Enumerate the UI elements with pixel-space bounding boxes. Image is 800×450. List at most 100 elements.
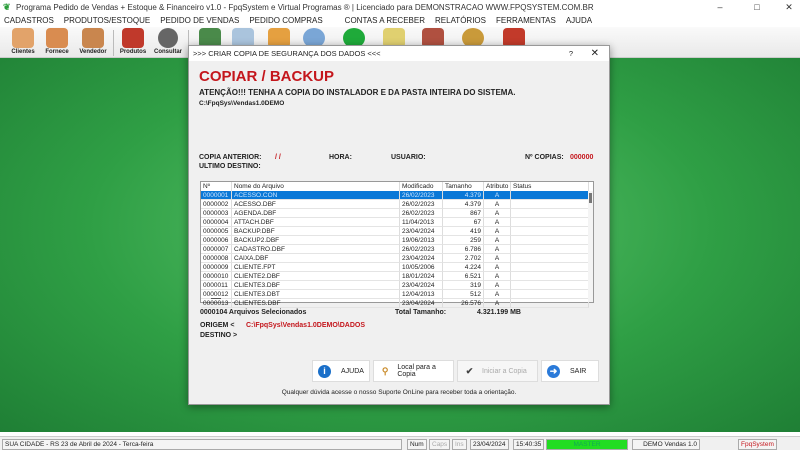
usuario-label: USUARIO: [391,154,426,161]
file-row[interactable]: 0000010 CLIENTE2.DBF 18/01/2024 6.521 A [201,272,589,281]
file-list-scrollbar[interactable] [588,191,593,302]
file-attribute: A [484,272,511,281]
origem-value: C:\FpqSys\Vendas1.0DEMO\DADOS [246,322,366,329]
hscroll-thumb[interactable] [211,298,221,299]
file-row[interactable]: 0000012 CLIENTE3.DBT 12/04/2013 512 A [201,290,589,299]
help-icon[interactable]: ? [569,46,573,61]
file-row[interactable]: 0000009 CLIENTE.FPT 10/05/2006 4.224 A [201,263,589,272]
file-name: AGENDA.DBF [232,209,400,218]
file-attribute: A [484,290,511,299]
column-header-status[interactable]: Status [511,182,589,191]
column-header-nome[interactable]: Nome do Arquivo [232,182,400,191]
file-number: 0000010 [201,272,232,281]
file-status [511,272,589,281]
file-status [511,245,589,254]
seller-icon [82,28,104,48]
file-row[interactable]: 0000002 ACESSO.DBF 26/02/2023 4.379 A [201,200,589,209]
file-attribute: A [484,281,511,290]
menu-produtos-estoque[interactable]: PRODUTOS/ESTOQUE [64,16,150,25]
file-number: 0000007 [201,245,232,254]
barcode-icon [158,28,178,48]
file-row[interactable]: 0000008 CAIXA.DBF 23/04/2024 2.702 A [201,254,589,263]
iniciar-copia-button[interactable]: ✔ Iniciar a Copia [457,360,538,382]
column-header-tamanho[interactable]: Tamanho [443,182,484,191]
file-name: ATTACH.DBF [232,218,400,227]
column-header-numero[interactable]: Nº [201,182,232,191]
system-path: C:\FpqSys\Vendas1.0DEMO [199,100,285,107]
file-row[interactable]: 0000003 AGENDA.DBF 26/02/2023 867 A [201,209,589,218]
copia-anterior-value: / / [275,154,281,161]
file-row[interactable]: 0000001 ACESSO.CON 26/02/2023 4.379 A [201,191,589,200]
file-attribute: A [484,200,511,209]
toolbar-vendedor-button[interactable]: Vendedor [76,28,110,58]
file-modified: 18/01/2024 [400,272,443,281]
menu-ferramentas[interactable]: FERRAMENTAS [496,16,556,25]
ajuda-button[interactable]: i AJUDA [312,360,370,382]
magnifier-icon: ⚲ [381,365,389,376]
file-size: 319 [443,281,484,290]
minimize-button[interactable]: – [705,0,735,14]
file-row[interactable]: 0000007 CADASTRO.DBF 26/02/2023 6.786 A [201,245,589,254]
clients-icon [12,28,34,48]
toolbar-separator [113,30,114,56]
file-number: 0000013 [201,299,232,308]
file-size: 67 [443,218,484,227]
file-row[interactable]: 0000005 BACKUP.DBF 23/04/2024 419 A [201,227,589,236]
toolbar-produtos-button[interactable]: Produtos [116,28,150,58]
menu-pedido-vendas[interactable]: PEDIDO DE VENDAS [160,16,239,25]
warning-text: ATENÇÃO!!! TENHA A COPIA DO INSTALADOR E… [199,88,516,97]
status-bar: SUA CIDADE - RS 23 de Abril de 2024 - Te… [0,436,800,450]
file-number: 0000003 [201,209,232,218]
file-modified: 19/06/2013 [400,236,443,245]
file-modified: 10/05/2006 [400,263,443,272]
menu-contas-receber[interactable]: CONTAS A RECEBER [345,16,425,25]
file-row[interactable]: 0000006 BACKUP2.DBF 19/06/2013 259 A [201,236,589,245]
support-footer: Qualquer dúvida acesse o nosso Suporte O… [281,389,517,396]
file-list[interactable]: Nº Nome do Arquivo Modificado Tamanho At… [200,181,594,308]
file-size: 2.702 [443,254,484,263]
status-time: 15:40:35 [513,439,545,450]
file-modified: 26/02/2023 [400,209,443,218]
status-city-date: SUA CIDADE - RS 23 de Abril de 2024 - Te… [2,439,402,450]
copia-anterior-label: COPIA ANTERIOR: [199,154,262,161]
file-number: 0000004 [201,218,232,227]
column-header-modificado[interactable]: Modificado [400,182,443,191]
maximize-button[interactable]: □ [742,0,772,14]
file-size: 4.379 [443,191,484,200]
file-attribute: A [484,209,511,218]
menu-ajuda[interactable]: AJUDA [566,16,592,25]
menu-pedido-compras[interactable]: PEDIDO COMPRAS [249,16,322,25]
status-caps: Caps [429,439,451,450]
file-size: 6.786 [443,245,484,254]
menu-cadastros[interactable]: CADASTROS [4,16,54,25]
file-attribute: A [484,227,511,236]
dialog-close-button[interactable]: ✕ [591,46,599,61]
local-copia-button[interactable]: ⚲ Local para a Copia [373,360,454,382]
file-size: 26.576 [443,299,484,308]
ncopias-value: 000000 [570,154,594,161]
file-row[interactable]: 0000004 ATTACH.DBF 11/04/2013 67 A [201,218,589,227]
total-label: Total Tamanho: [395,309,447,316]
file-status [511,218,589,227]
file-size: 512 [443,290,484,299]
file-size: 6.521 [443,272,484,281]
column-header-atributo[interactable]: Atributo [484,182,511,191]
file-name: CLIENTE3.DBF [232,281,400,290]
file-attribute: A [484,254,511,263]
scrollbar-thumb[interactable] [589,193,592,203]
close-window-button[interactable]: ✕ [774,0,800,14]
sair-button[interactable]: ➜ SAIR [541,360,599,382]
file-row[interactable]: 0000013 CLIENTES.DBF 23/04/2024 26.576 A [201,299,589,308]
file-row[interactable]: 0000011 CLIENTE3.DBF 23/04/2024 319 A [201,281,589,290]
file-name: CLIENTE2.DBF [232,272,400,281]
toolbar-fornece-button[interactable]: Fornece [40,28,74,58]
selected-count: 0000104 Arquivos Selecionados [200,309,307,316]
file-number: 0000011 [201,281,232,290]
file-modified: 23/04/2024 [400,281,443,290]
toolbar-clientes-button[interactable]: Clientes [6,28,40,58]
file-status [511,290,589,299]
file-size: 419 [443,227,484,236]
file-name: ACESSO.CON [232,191,400,200]
toolbar-consultar-button[interactable]: Consultar [151,28,185,58]
menu-relatorios[interactable]: RELATÓRIOS [435,16,486,25]
